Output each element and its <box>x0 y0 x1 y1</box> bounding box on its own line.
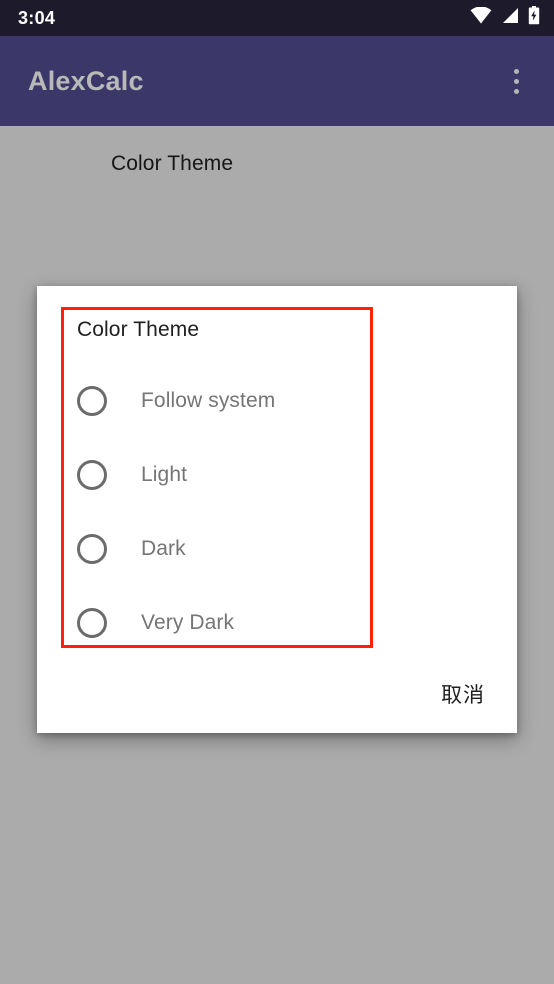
radio-option-dark[interactable]: Dark <box>77 512 377 586</box>
radio-option-label: Follow system <box>141 389 276 412</box>
radio-option-label: Light <box>141 463 188 486</box>
radio-option-light[interactable]: Light <box>77 438 377 512</box>
color-theme-dialog: Color Theme Follow system Light Dark Ver… <box>37 286 517 733</box>
radio-button-icon[interactable] <box>77 534 107 564</box>
radio-option-label: Dark <box>141 537 186 560</box>
radio-button-icon[interactable] <box>77 386 107 416</box>
radio-option-follow-system[interactable]: Follow system <box>77 364 377 438</box>
radio-option-very-dark[interactable]: Very Dark <box>77 586 377 660</box>
dialog-scrim[interactable]: Color Theme Follow system Light Dark Ver… <box>0 0 554 984</box>
dialog-action-bar: 取消 <box>427 671 499 717</box>
cancel-button[interactable]: 取消 <box>427 671 499 717</box>
radio-option-label: Very Dark <box>141 611 235 634</box>
phone-screen: 3:04 AlexCalc Color Theme Color Theme Fo… <box>0 0 554 984</box>
radio-button-icon[interactable] <box>77 460 107 490</box>
radio-button-icon[interactable] <box>77 608 107 638</box>
color-theme-radio-group: Follow system Light Dark Very Dark <box>77 364 377 660</box>
